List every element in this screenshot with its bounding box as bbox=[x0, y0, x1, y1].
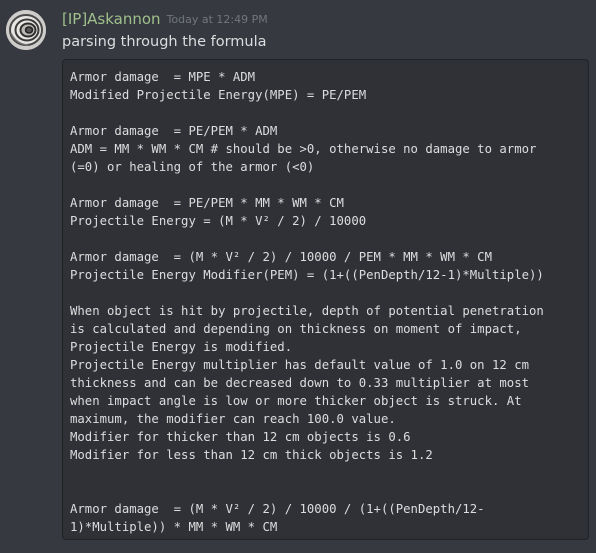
code-line: Modifier for less than 12 cm thick objec… bbox=[70, 448, 433, 462]
message-header: [IP]Askannon Today at 12:49 PM bbox=[62, 9, 268, 31]
code-line: Projectile Energy is modified. bbox=[70, 340, 293, 354]
code-line: 1)*Multiple)) * MM * WM * CM bbox=[70, 520, 278, 534]
message-text: parsing through the formula bbox=[62, 34, 267, 50]
code-line: Armor damage = PE/PEM * MM * WM * CM bbox=[70, 196, 344, 210]
code-line: When object is hit by projectile, depth … bbox=[70, 304, 544, 318]
code-line: Armor damage = (M * V² / 2) / 10000 / PE… bbox=[70, 250, 492, 264]
code-content: Armor damage = MPE * ADM Modified Projec… bbox=[70, 68, 588, 536]
code-line: (=0) or healing of the armor (<0) bbox=[70, 160, 315, 174]
user-avatar[interactable] bbox=[6, 10, 46, 50]
code-line: maximum, the modifier can reach 100.0 va… bbox=[70, 412, 396, 426]
username[interactable]: [IP]Askannon bbox=[62, 10, 161, 28]
code-line: Modified Projectile Energy(MPE) = PE/PEM bbox=[70, 88, 367, 102]
spiral-shell-avatar-icon bbox=[6, 10, 46, 50]
code-line: Armor damage = MPE * ADM bbox=[70, 70, 256, 84]
code-line: Armor damage = (M * V² / 2) / 10000 / (1… bbox=[70, 502, 485, 516]
code-line: thickness and can be decreased down to 0… bbox=[70, 376, 530, 390]
code-line: ADM = MM * WM * CM # should be >0, other… bbox=[70, 142, 537, 156]
code-line: is calculated and depending on thickness… bbox=[70, 322, 522, 336]
code-line: Projectile Energy Modifier(PEM) = (1+((P… bbox=[70, 268, 544, 282]
code-line: Modifier for thicker than 12 cm objects … bbox=[70, 430, 411, 444]
code-line: Projectile Energy = (M * V² / 2) / 10000 bbox=[70, 214, 367, 228]
code-line: Armor damage = PE/PEM * ADM bbox=[70, 124, 278, 138]
code-block: Armor damage = MPE * ADM Modified Projec… bbox=[62, 59, 589, 540]
timestamp[interactable]: Today at 12:49 PM bbox=[167, 13, 268, 26]
code-line: when impact angle is low or more thicker… bbox=[70, 394, 522, 408]
code-line: Projectile Energy multiplier has default… bbox=[70, 358, 530, 372]
chat-message: [IP]Askannon Today at 12:49 PM parsing th… bbox=[0, 0, 596, 553]
